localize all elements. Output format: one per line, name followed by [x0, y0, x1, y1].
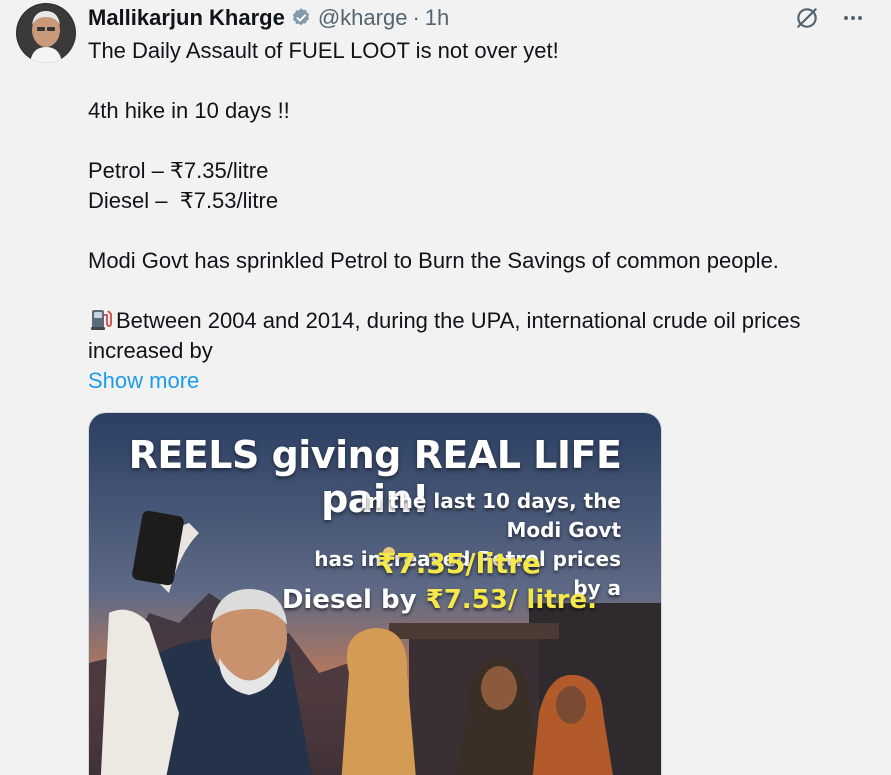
tweet: Mallikarjun Kharge @kharge · 1h The Dail…	[0, 0, 891, 775]
media-diesel-prefix: Diesel by	[281, 585, 426, 615]
timestamp[interactable]: 1h	[425, 5, 449, 31]
show-more-link[interactable]: Show more	[88, 366, 199, 396]
grok-icon[interactable]	[793, 4, 821, 32]
tweet-media-image[interactable]: REELS giving REAL LIFE pain! In the last…	[88, 412, 662, 775]
tweet-line: Petrol – ₹7.35/litre	[88, 158, 269, 183]
tweet-line: The Daily Assault of FUEL LOOT is not ov…	[88, 38, 559, 63]
fuel-pump-icon	[88, 306, 114, 332]
more-dots-icon[interactable]	[839, 4, 867, 32]
author-name[interactable]: Mallikarjun Kharge	[88, 5, 285, 31]
author-handle[interactable]: @kharge	[318, 5, 408, 31]
tweet-body: The Daily Assault of FUEL LOOT is not ov…	[88, 36, 868, 396]
media-petrol-price: ₹7.35/litre	[376, 547, 541, 580]
verified-badge-icon	[290, 7, 312, 29]
media-subtext-line: In the last 10 days, the Modi Govt	[360, 489, 621, 542]
tweet-line: 4th hike in 10 days !!	[88, 98, 290, 123]
tweet-actions	[793, 4, 867, 32]
avatar[interactable]	[16, 3, 76, 63]
tweet-line-with-emoji: Between 2004 and 2014, during the UPA, i…	[88, 306, 868, 336]
tweet-line: increased by	[88, 338, 213, 363]
media-diesel-line: Diesel by ₹7.53/ litre.	[282, 585, 597, 615]
tweet-header: Mallikarjun Kharge @kharge · 1h	[88, 4, 449, 32]
tweet-line: Modi Govt has sprinkled Petrol to Burn t…	[88, 248, 779, 273]
media-diesel-price: ₹7.53/ litre.	[425, 585, 597, 615]
tweet-line: Diesel – ₹7.53/litre	[88, 188, 279, 213]
tweet-line: Between 2004 and 2014, during the UPA, i…	[116, 308, 801, 333]
separator-dot: ·	[412, 5, 420, 30]
